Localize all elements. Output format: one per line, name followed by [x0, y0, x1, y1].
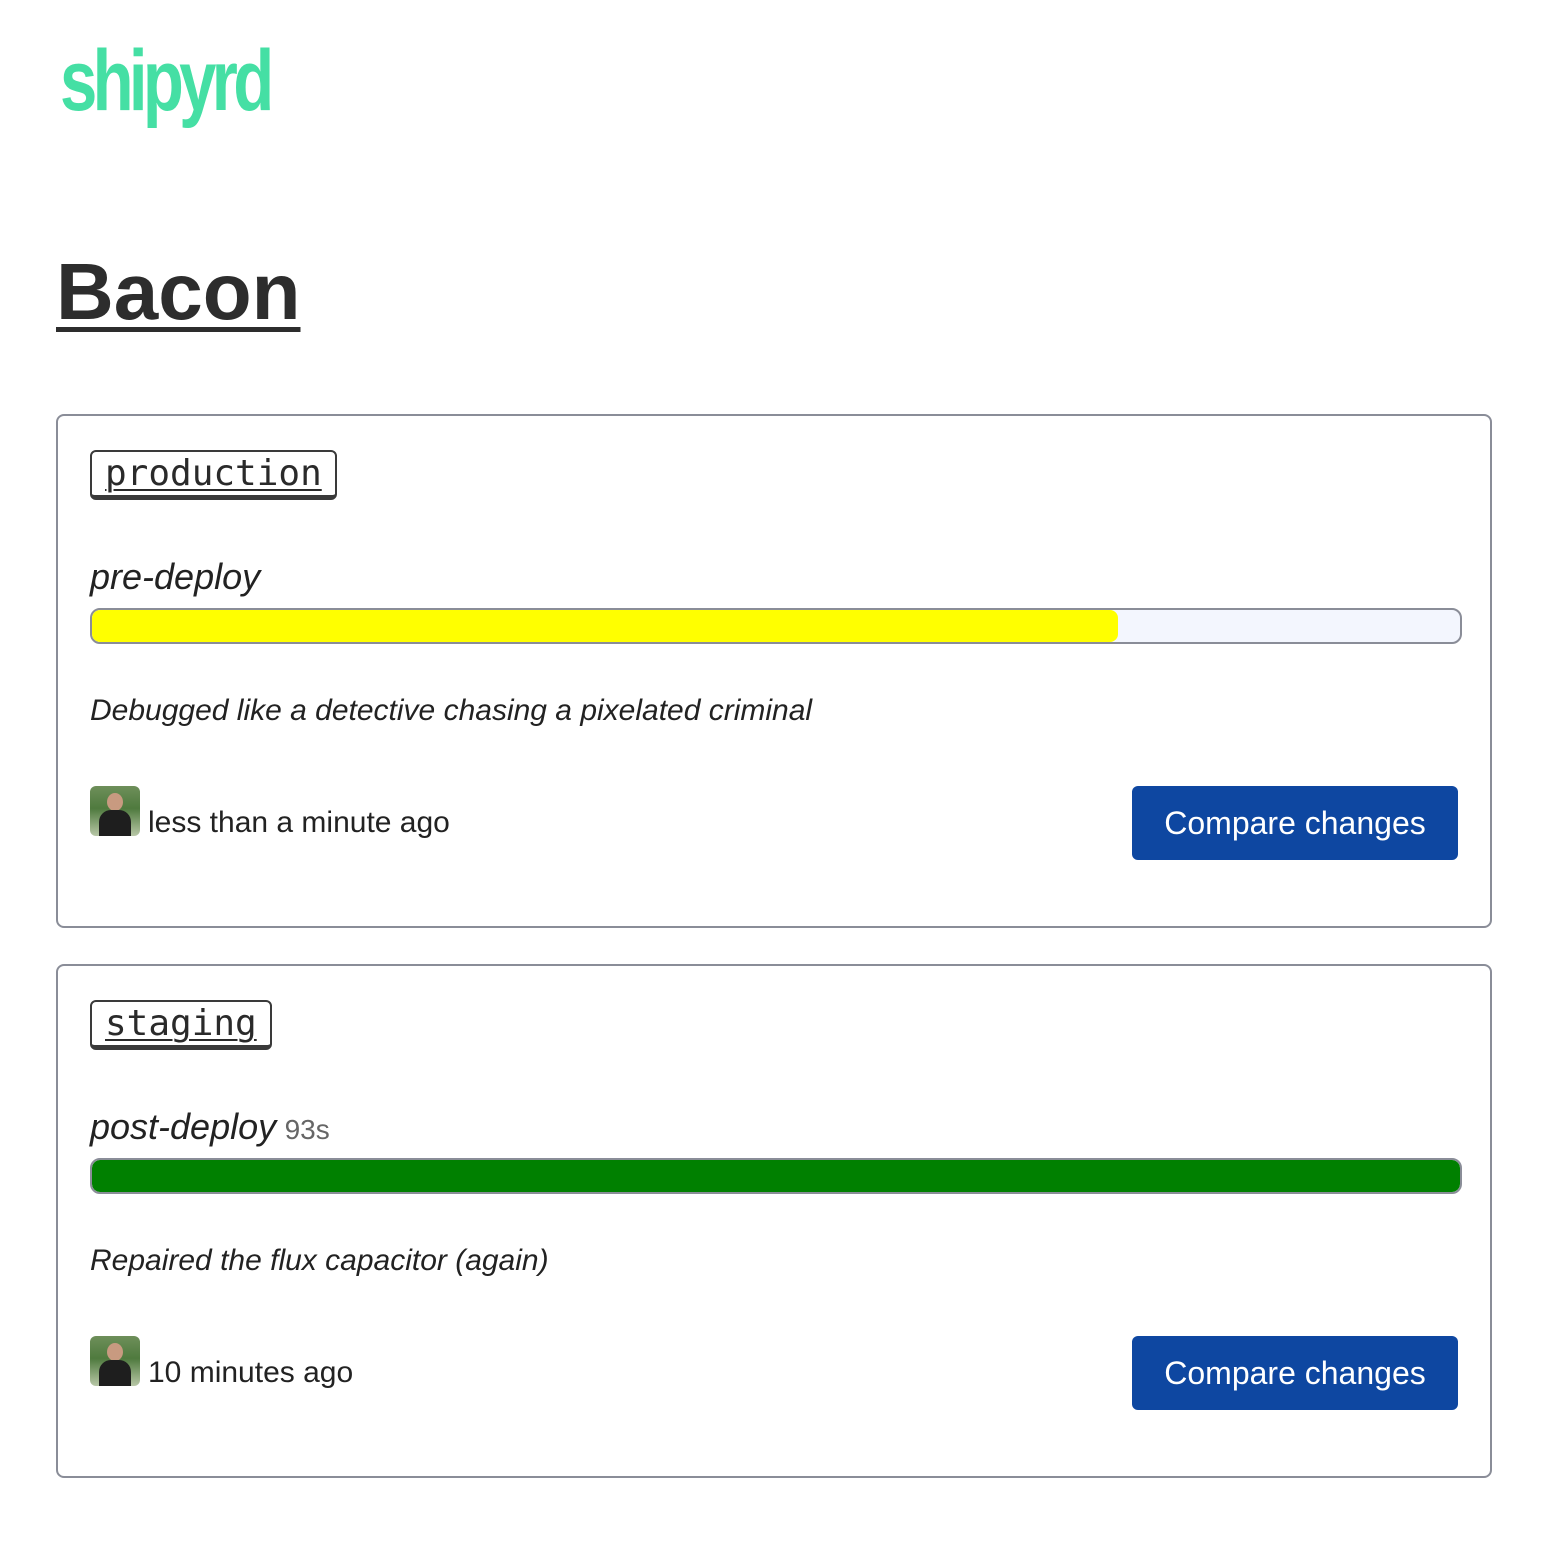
deploy-progress-bar — [90, 608, 1462, 644]
stage-row: post-deploy 93s — [90, 1106, 330, 1148]
stage-label: pre-deploy — [90, 556, 261, 597]
deploy-time: less than a minute ago — [148, 806, 450, 839]
deploy-card-production: production pre-deploy Debugged like a de… — [56, 414, 1492, 928]
environment-tag[interactable]: production — [90, 450, 337, 500]
deploy-progress-fill — [92, 1160, 1460, 1192]
stage-duration: 93s — [284, 1114, 330, 1145]
commit-message: Debugged like a detective chasing a pixe… — [90, 694, 813, 727]
compare-changes-button[interactable]: Compare changes — [1132, 1336, 1458, 1410]
shipyrd-logo[interactable]: shipyrd — [60, 38, 274, 124]
deploy-card-staging: staging post-deploy 93s Repaired the flu… — [56, 964, 1492, 1478]
deploy-progress-fill — [92, 610, 1118, 642]
page-title[interactable]: Bacon — [56, 252, 301, 332]
compare-changes-button[interactable]: Compare changes — [1132, 786, 1458, 860]
stage-row: pre-deploy — [90, 556, 260, 598]
user-avatar-icon — [90, 786, 140, 836]
deploy-progress-bar — [90, 1158, 1462, 1194]
stage-label: post-deploy — [90, 1106, 277, 1147]
deploy-footer: less than a minute ago — [90, 786, 450, 840]
commit-message: Repaired the flux capacitor (again) — [90, 1244, 549, 1277]
deploy-footer: 10 minutes ago — [90, 1336, 353, 1390]
deploy-time: 10 minutes ago — [148, 1356, 354, 1389]
user-avatar-icon — [90, 1336, 140, 1386]
environment-tag[interactable]: staging — [90, 1000, 272, 1050]
